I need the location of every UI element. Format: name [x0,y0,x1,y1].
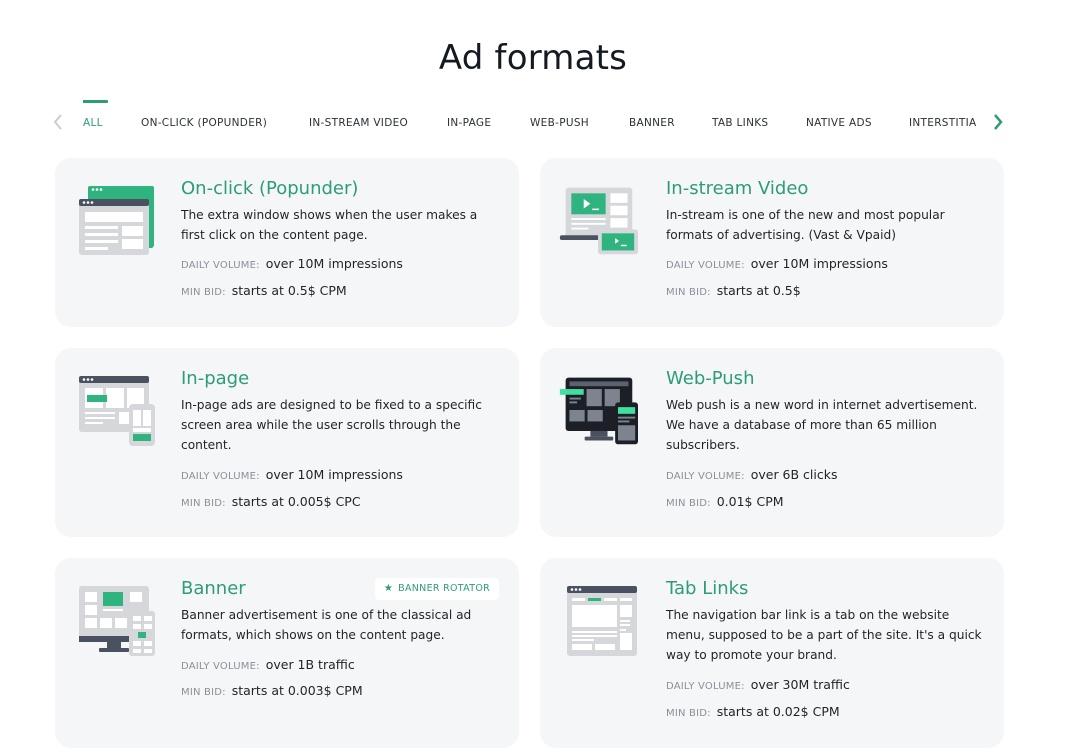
banner-rotator-badge[interactable]: ★ BANNER ROTATOR [374,578,499,600]
daily-volume: DAILY VOLUME: over 10M impressions [181,467,403,482]
min-bid-label: MIN BID: [666,498,711,509]
format-tabs: ALL ON-CLICK (POPUNDER) IN-STREAM VIDEO … [50,100,1010,140]
format-card-tab-links[interactable]: Tab Links The navigation bar link is a t… [540,558,1004,748]
card-description: In-page ads are designed to be fixed to … [181,398,482,452]
min-bid-label: MIN BID: [181,287,226,298]
tab-in-page[interactable]: IN-PAGE [447,117,491,129]
card-description: Web push is a new word in internet adver… [666,398,978,452]
card-description: The navigation bar link is a tab on the … [666,608,982,662]
tab-in-stream-video[interactable]: IN-STREAM VIDEO [309,117,408,129]
in-page-browser-icon [79,376,155,446]
tabs-next-button[interactable] [990,112,1006,132]
page-title: Ad formats [438,38,628,78]
star-icon: ★ [383,583,394,594]
tab-all[interactable]: ALL [83,100,108,129]
card-title: In-stream Video [666,178,809,199]
daily-volume: DAILY VOLUME: over 6B clicks [666,467,838,482]
min-bid-value: starts at 0.003$ CPM [231,683,363,698]
min-bid-value: starts at 0.5$ CPM [231,283,347,298]
daily-volume-label: DAILY VOLUME: [666,471,745,482]
daily-volume-value: over 10M impressions [750,256,888,271]
format-card-banner[interactable]: Banner ★ BANNER ROTATOR Banner advertisem… [55,558,519,748]
card-description: In-stream is one of the new and most pop… [666,208,945,242]
min-bid-value: starts at 0.02$ CPM [716,704,840,719]
min-bid: MIN BID: starts at 0.02$ CPM [666,704,840,719]
tab-on-click[interactable]: ON-CLICK (POPUNDER) [141,117,267,129]
min-bid-value: 0.01$ CPM [716,494,784,509]
popunder-windows-icon [79,186,154,255]
card-description: Banner advertisement is one of the class… [181,608,472,642]
banner-monitor-icon [79,586,155,656]
daily-volume: DAILY VOLUME: over 1B traffic [181,657,355,672]
daily-volume: DAILY VOLUME: over 10M impressions [181,256,403,271]
daily-volume-value: over 10M impressions [265,467,403,482]
chevron-right-icon [994,114,1003,130]
card-title: Banner [181,578,246,599]
card-title: In-page [181,368,250,389]
min-bid-value: starts at 0.5$ [716,283,801,298]
daily-volume-value: over 1B traffic [265,657,355,672]
tab-links-browser-icon [567,586,637,656]
tab-native-ads[interactable]: NATIVE ADS [806,117,872,129]
min-bid: MIN BID: starts at 0.005$ CPC [181,494,361,509]
min-bid: MIN BID: starts at 0.5$ [666,283,801,298]
card-title: On-click (Popunder) [181,178,359,199]
min-bid: MIN BID: starts at 0.003$ CPM [181,683,363,698]
tab-list: ALL ON-CLICK (POPUNDER) IN-STREAM VIDEO … [83,100,983,140]
min-bid-label: MIN BID: [181,498,226,509]
min-bid: MIN BID: 0.01$ CPM [666,494,784,509]
min-bid: MIN BID: starts at 0.5$ CPM [181,283,347,298]
tab-banner[interactable]: BANNER [629,117,675,129]
card-description: The extra window shows when the user mak… [181,208,478,242]
card-title: Tab Links [666,578,749,599]
video-laptop-icon [559,187,638,255]
daily-volume-value: over 10M impressions [265,256,403,271]
card-title: Web-Push [666,368,755,389]
format-card-in-stream-video[interactable]: In-stream Video In-stream is one of the … [540,158,1004,327]
daily-volume-label: DAILY VOLUME: [666,681,745,692]
daily-volume-label: DAILY VOLUME: [181,260,260,271]
min-bid-label: MIN BID: [666,287,711,298]
daily-volume-value: over 30M traffic [750,677,850,692]
daily-volume: DAILY VOLUME: over 10M impressions [666,256,888,271]
format-card-web-push[interactable]: Web-Push Web push is a new word in inter… [540,348,1004,537]
format-card-on-click[interactable]: On-click (Popunder) The extra window sho… [55,158,519,327]
daily-volume-label: DAILY VOLUME: [666,260,745,271]
tab-web-push[interactable]: WEB-PUSH [530,117,589,129]
web-push-monitor-icon [559,377,638,445]
min-bid-label: MIN BID: [181,687,226,698]
min-bid-value: starts at 0.005$ CPC [231,494,361,509]
min-bid-label: MIN BID: [666,708,711,719]
tab-tab-links[interactable]: TAB LINKS [712,117,768,129]
daily-volume: DAILY VOLUME: over 30M traffic [666,677,850,692]
daily-volume-label: DAILY VOLUME: [181,661,260,672]
format-card-in-page[interactable]: In-page In-page ads are designed to be f… [55,348,519,537]
tabs-prev-button[interactable] [50,112,66,132]
daily-volume-value: over 6B clicks [750,467,838,482]
badge-label: BANNER ROTATOR [398,583,490,594]
tab-interstitial[interactable]: INTERSTITIA [909,117,976,129]
daily-volume-label: DAILY VOLUME: [181,471,260,482]
chevron-left-icon [53,114,62,130]
